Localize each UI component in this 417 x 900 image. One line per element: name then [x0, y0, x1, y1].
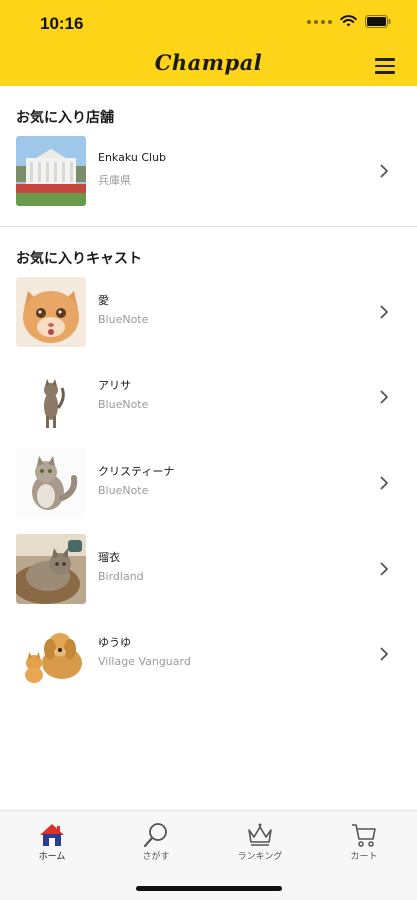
- cast-name: アリサ: [98, 379, 131, 392]
- cast-row[interactable]: アリサ BlueNote: [0, 361, 417, 433]
- cast-row[interactable]: クリスティーナ BlueNote: [0, 447, 417, 519]
- wifi-icon: [340, 15, 357, 28]
- chevron-right-icon: [380, 475, 389, 494]
- tab-label: さがす: [142, 852, 170, 862]
- chevron-right-icon: [380, 389, 389, 408]
- store-thumbnail: [16, 136, 86, 206]
- cast-thumbnail: [16, 448, 86, 518]
- chevron-right-icon: [380, 304, 389, 323]
- tab-search[interactable]: さがす: [104, 811, 208, 871]
- favorite-stores-title: お気に入り店舗: [16, 110, 114, 126]
- section-divider: [0, 226, 417, 227]
- chevron-right-icon: [380, 646, 389, 665]
- battery-icon: [365, 15, 391, 28]
- tab-label: ランキング: [237, 852, 283, 862]
- cart-icon: [350, 821, 378, 849]
- cast-store: BlueNote: [98, 313, 149, 326]
- cast-store: Birdland: [98, 570, 144, 583]
- cast-thumbnail: [16, 277, 86, 347]
- cast-store: BlueNote: [98, 398, 149, 411]
- tab-home[interactable]: ホーム: [0, 811, 104, 871]
- chevron-right-icon: [380, 163, 389, 182]
- cast-name: 愛: [98, 294, 109, 307]
- favorite-casts-title: お気に入りキャスト: [16, 251, 142, 267]
- cast-thumbnail: [16, 534, 86, 604]
- cast-name: クリスティーナ: [98, 465, 175, 478]
- hamburger-menu-icon[interactable]: [375, 58, 395, 74]
- store-name: Enkaku Club: [98, 151, 167, 164]
- tab-cart[interactable]: カート: [312, 811, 416, 871]
- status-time: 10:16: [40, 14, 84, 33]
- tab-label: カート: [350, 852, 378, 862]
- tab-ranking[interactable]: ランキング: [208, 811, 312, 871]
- cast-thumbnail: [16, 619, 86, 689]
- cast-name: 瑠衣: [98, 551, 120, 564]
- cast-row[interactable]: ゆうゆ Village Vanguard: [0, 618, 417, 690]
- store-row[interactable]: Enkaku Club 兵庫県: [0, 135, 417, 207]
- signal-icon: [307, 19, 332, 24]
- cast-store: Village Vanguard: [98, 655, 191, 668]
- app-logo: Champal: [154, 50, 263, 75]
- cast-row[interactable]: 愛 BlueNote: [0, 276, 417, 348]
- home-icon: [38, 821, 66, 849]
- cast-name: ゆうゆ: [98, 636, 131, 649]
- home-indicator: [136, 886, 282, 891]
- store-location: 兵庫県: [98, 174, 131, 187]
- cast-row[interactable]: 瑠衣 Birdland: [0, 533, 417, 605]
- tab-label: ホーム: [38, 852, 66, 862]
- app-header: 10:16 Champal: [0, 0, 417, 86]
- crown-icon: [246, 821, 274, 849]
- chevron-right-icon: [380, 561, 389, 580]
- search-icon: [142, 821, 170, 849]
- cast-store: BlueNote: [98, 484, 149, 497]
- cast-thumbnail: [16, 362, 86, 432]
- status-icons: [307, 15, 391, 28]
